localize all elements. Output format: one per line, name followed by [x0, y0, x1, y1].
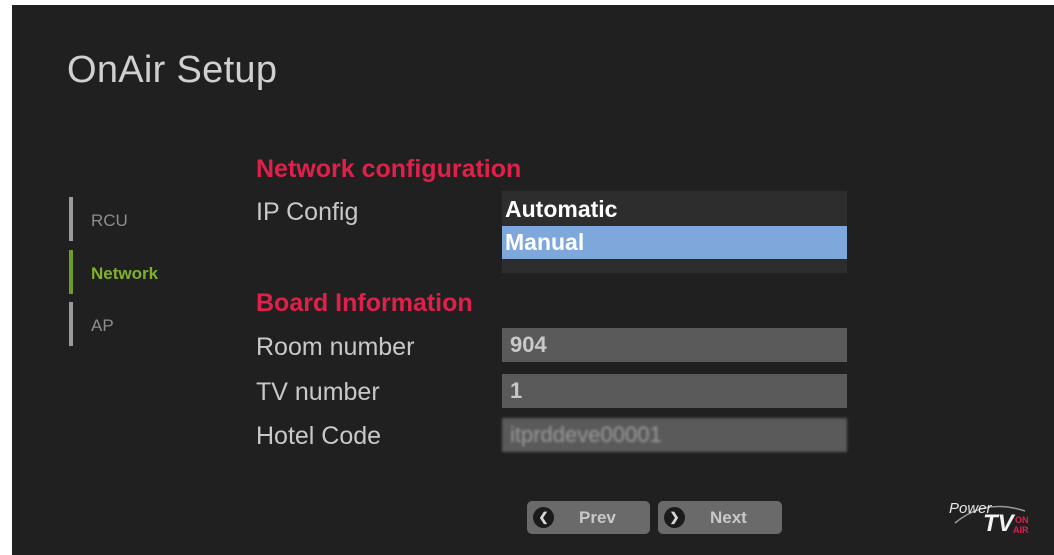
chevron-right-icon: ❯	[664, 507, 685, 528]
ip-config-label: IP Config	[256, 198, 359, 226]
network-config-heading: Network configuration	[256, 155, 522, 183]
sidebar-item-label: Network	[91, 264, 159, 283]
tv-number-field[interactable]: 1	[502, 374, 847, 408]
prev-button-label: Prev	[579, 508, 616, 527]
svg-text:AIR: AIR	[1013, 525, 1029, 535]
sidebar-indicator	[69, 302, 73, 346]
next-button[interactable]: ❯ Next	[658, 501, 782, 534]
ip-option-automatic[interactable]: Automatic	[502, 193, 847, 226]
ip-option-manual[interactable]: Manual	[502, 226, 847, 259]
chevron-left-icon: ❮	[533, 507, 554, 528]
sidebar-indicator	[69, 250, 73, 294]
svg-text:TV: TV	[983, 510, 1016, 537]
hotel-code-field[interactable]: itprddeve00001	[502, 418, 847, 452]
ip-config-list[interactable]: Automatic Manual	[502, 191, 847, 273]
board-info-heading: Board Information	[256, 289, 473, 317]
setup-screen: OnAir Setup RCU Network AP Network confi…	[12, 5, 1054, 555]
tv-number-label: TV number	[256, 378, 380, 406]
powertv-onair-logo: Power TV ON AIR	[949, 500, 1029, 537]
room-number-field[interactable]: 904	[502, 328, 847, 362]
page-title: OnAir Setup	[67, 49, 278, 91]
prev-button[interactable]: ❮ Prev	[527, 501, 650, 534]
next-button-label: Next	[710, 508, 747, 527]
sidebar-item-label: AP	[91, 316, 114, 335]
sidebar-indicator	[69, 197, 73, 241]
hotel-code-label: Hotel Code	[256, 422, 382, 450]
svg-text:ON: ON	[1015, 515, 1029, 525]
sidebar-item-label: RCU	[91, 211, 128, 230]
room-number-label: Room number	[256, 333, 415, 361]
